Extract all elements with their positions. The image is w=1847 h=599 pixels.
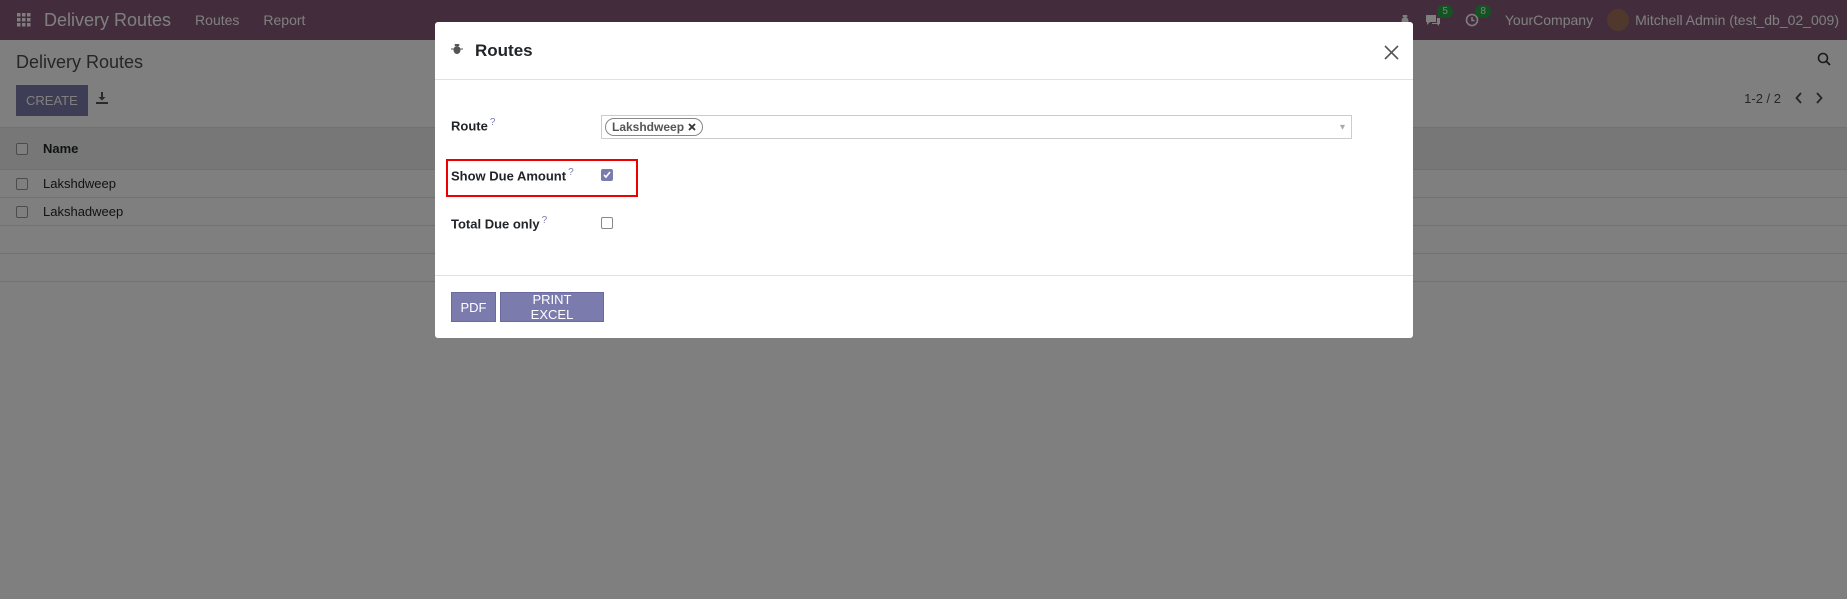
total-due-only-label: Total Due only? [451, 215, 547, 231]
route-label-text: Route [451, 118, 488, 134]
total-due-only-text: Total Due only [451, 216, 540, 232]
routes-dialog: Routes Route? Lakshdweep ▾ Show Due Amou… [435, 22, 1413, 338]
help-icon[interactable]: ? [568, 167, 574, 178]
remove-tag-icon[interactable] [688, 120, 696, 134]
route-tag: Lakshdweep [605, 118, 704, 136]
chevron-down-icon[interactable]: ▾ [1340, 122, 1345, 133]
show-due-amount-label: Show Due Amount? [451, 167, 574, 183]
route-tag-label: Lakshdweep [612, 120, 685, 134]
help-icon[interactable]: ? [542, 215, 548, 226]
route-input[interactable]: Lakshdweep ▾ [601, 115, 1352, 139]
total-due-only-checkbox[interactable] [601, 217, 613, 229]
show-due-amount-checkbox[interactable] [601, 169, 613, 181]
dialog-header: Routes [435, 22, 1413, 80]
dialog-footer: PDF PRINT EXCEL [435, 275, 1413, 338]
pdf-button[interactable]: PDF [451, 292, 496, 322]
close-icon[interactable] [1384, 40, 1399, 66]
print-excel-button[interactable]: PRINT EXCEL [500, 292, 604, 322]
route-label: Route? [451, 117, 495, 133]
help-icon[interactable]: ? [490, 117, 496, 128]
debug-bug-icon [451, 43, 463, 58]
show-due-amount-text: Show Due Amount [451, 168, 567, 184]
dialog-title: Routes [475, 40, 533, 60]
